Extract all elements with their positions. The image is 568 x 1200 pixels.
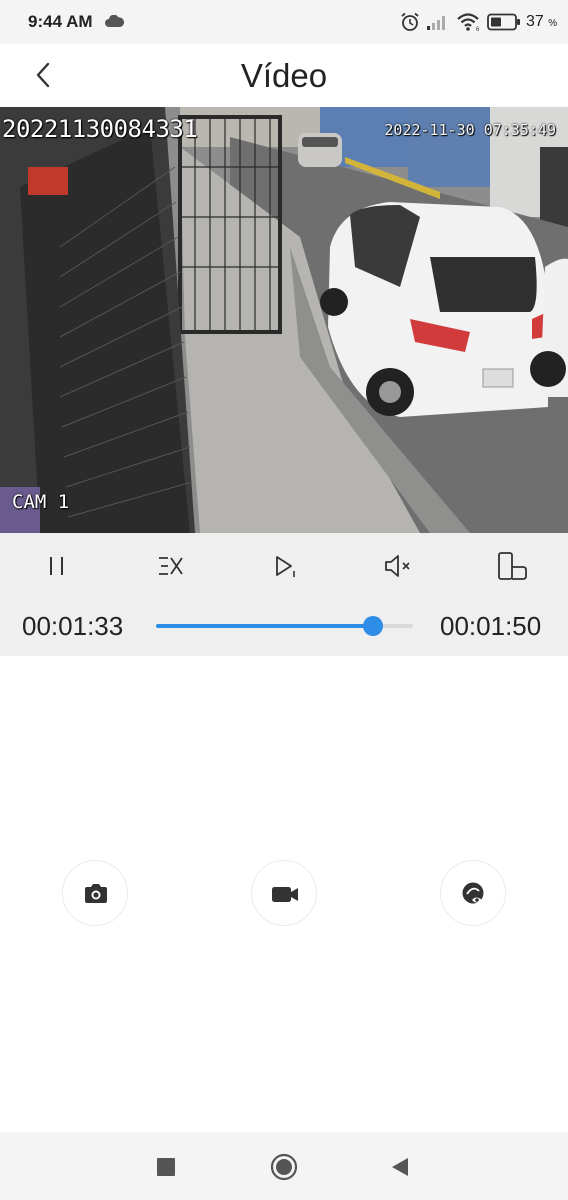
pause-icon[interactable] <box>37 549 77 583</box>
progress-thumb[interactable] <box>363 616 384 636</box>
video-record-icon <box>272 887 298 902</box>
battery-icon <box>487 13 520 31</box>
current-time: 00:01:33 <box>22 611 124 641</box>
osd-recording-id: 20221130084331 <box>2 115 198 143</box>
record-button[interactable] <box>251 860 317 926</box>
speed-icon[interactable] <box>150 549 190 583</box>
system-nav-bar <box>0 1132 568 1200</box>
signal-icon <box>427 16 445 30</box>
osd-camera-label: CAM 1 <box>12 491 70 513</box>
svg-text:6: 6 <box>476 27 480 32</box>
back-triangle-icon[interactable] <box>386 1152 416 1182</box>
recents-square-icon[interactable] <box>151 1152 181 1182</box>
video-player[interactable]: 20221130084331 2022-11-30 07:35:49 CAM 1 <box>0 107 568 533</box>
status-time: 9:44 AM <box>28 12 93 31</box>
wifi-icon: 6 <box>457 13 480 32</box>
mute-icon[interactable] <box>378 549 418 583</box>
watch-button[interactable] <box>440 860 506 926</box>
frame-step-icon[interactable] <box>265 549 305 583</box>
status-bar: 9:44 AM 6 37 % <box>0 0 568 44</box>
total-time: 00:01:50 <box>440 611 542 641</box>
progress-slider[interactable] <box>156 616 413 636</box>
playback-controls: 00:01:33 00:01:50 <box>0 533 568 656</box>
face-eye-icon <box>462 882 484 904</box>
cloud-icon <box>105 15 124 27</box>
home-circle-icon[interactable] <box>269 1152 299 1182</box>
progress-fill <box>156 624 374 628</box>
battery-percent: 37 % <box>526 13 558 30</box>
alarm-icon <box>401 12 419 31</box>
osd-timestamp: 2022-11-30 07:35:49 <box>384 121 556 139</box>
snapshot-button[interactable] <box>62 860 128 926</box>
camera-icon <box>85 884 107 903</box>
video-frame <box>0 107 568 533</box>
header: Vídeo <box>0 44 568 106</box>
rotate-screen-icon[interactable] <box>492 549 532 583</box>
page-title: Vídeo <box>240 57 328 94</box>
